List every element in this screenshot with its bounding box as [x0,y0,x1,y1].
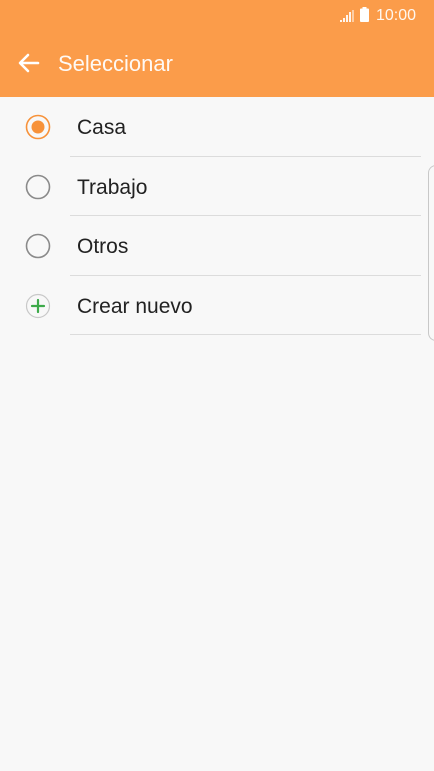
option-label: Crear nuevo [77,294,193,318]
arrow-left-icon [18,53,40,73]
back-button[interactable] [10,44,48,82]
page-title: Seleccionar [58,51,173,76]
status-bar: 10:00 [0,0,434,32]
app-header: 10:00 Seleccionar [0,0,434,97]
option-crear-nuevo[interactable]: Crear nuevo [0,276,434,335]
battery-icon [360,7,369,22]
edge-panel-handle[interactable] [428,165,434,341]
status-time: 10:00 [376,7,417,24]
option-casa[interactable]: Casa [0,97,434,157]
option-trabajo[interactable]: Trabajo [0,157,434,216]
option-label: Otros [77,235,129,258]
radio-unselected-icon[interactable] [25,174,51,200]
option-label: Trabajo [77,175,148,199]
option-label: Casa [77,116,127,139]
divider [70,334,421,335]
option-list: Casa Trabajo Otros Crear nuevo [0,97,434,335]
radio-unselected-icon[interactable] [25,233,51,259]
radio-selected-icon[interactable] [25,114,51,140]
signal-icon [340,10,354,22]
option-otros[interactable]: Otros [0,216,434,276]
plus-icon[interactable] [25,293,51,319]
